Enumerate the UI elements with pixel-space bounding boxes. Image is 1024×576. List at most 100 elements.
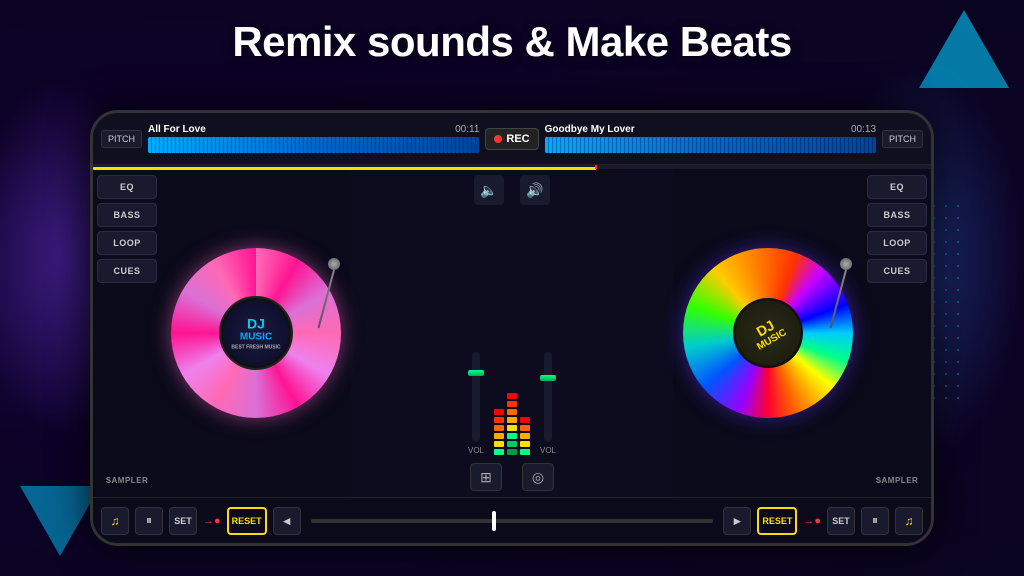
pause-left-button[interactable]: ⏸ — [135, 507, 163, 535]
music-right-button[interactable]: ♫ — [895, 507, 923, 535]
reset-left-button[interactable]: RESET — [227, 507, 267, 535]
rec-button[interactable]: REC — [485, 128, 538, 150]
fader-right-group: VOL — [540, 352, 556, 455]
set-rec-left-group: →● — [203, 515, 221, 527]
vinyl-left-dj: DJ — [247, 316, 265, 332]
eq-seg — [507, 401, 517, 407]
eq-left-button[interactable]: EQ — [97, 175, 157, 199]
track-left-time: 00:11 — [455, 124, 479, 135]
triangle-bottom-left — [20, 486, 100, 556]
track-left-info: All For Love 00:11 — [148, 124, 479, 153]
track-right-info: Goodbye My Lover 00:13 — [545, 124, 876, 153]
eq-seg — [507, 425, 517, 431]
rec-indicator — [494, 135, 502, 143]
prev-button[interactable]: ◄ — [273, 507, 301, 535]
set-right-button[interactable]: SET — [827, 507, 855, 535]
cues-left-button[interactable]: CUES — [97, 259, 157, 283]
mixer-top: 🔈 🔊 — [474, 175, 550, 205]
eq-right-button[interactable]: EQ — [867, 175, 927, 199]
mixer-icon-grid[interactable]: ⊞ — [470, 463, 502, 491]
vinyl-left-disc[interactable]: DJ MUSIC BEST FRESH MUSIC — [171, 248, 341, 418]
eq-seg — [494, 441, 504, 447]
rec-label: REC — [506, 133, 529, 145]
needle-arm-left — [317, 270, 334, 328]
fader-right-handle[interactable] — [540, 375, 556, 381]
waveform-header: PITCH All For Love 00:11 REC Goodbye My … — [93, 113, 931, 165]
mixer-center: 🔈 🔊 VOL — [351, 169, 673, 497]
playhead — [595, 165, 597, 169]
transport-bar: ♫ ⏸ SET →● RESET ◄ ► RESET →● — [93, 497, 931, 543]
arrow-rec-right: →● — [803, 515, 821, 527]
prev-icon: ◄ — [281, 514, 293, 528]
sampler-right-button[interactable]: SAMPLER — [867, 470, 927, 491]
eq-seg — [507, 441, 517, 447]
music-right-icon: ♫ — [905, 514, 914, 528]
music-left-button[interactable]: ♫ — [101, 507, 129, 535]
phone-frame: PITCH All For Love 00:11 REC Goodbye My … — [90, 110, 934, 546]
mixer-icon-settings[interactable]: ◎ — [522, 463, 554, 491]
eq-seg — [507, 393, 517, 399]
loop-right-button[interactable]: LOOP — [867, 231, 927, 255]
vol-right-label: VOL — [540, 446, 556, 455]
pitch-left-button[interactable]: PITCH — [101, 130, 142, 148]
needle-left — [316, 258, 351, 338]
sampler-left-button[interactable]: SAMPLER — [97, 470, 157, 491]
eq-seg — [507, 409, 517, 415]
eq-seg — [520, 425, 530, 431]
turntable-right: DJ MUSIC — [673, 169, 863, 497]
eq-bar-3 — [520, 365, 530, 455]
eq-bars — [494, 365, 530, 455]
deck-area: EQ BASS LOOP CUES SAMPLER DJ MUSIC BEST … — [93, 169, 931, 497]
eq-seg — [507, 417, 517, 423]
eq-seg — [520, 417, 530, 423]
set-rec-right-group: →● — [803, 515, 821, 527]
track-right-time: 00:13 — [851, 124, 876, 135]
pause-left-icon: ⏸ — [146, 513, 152, 528]
track-left-top: All For Love 00:11 — [148, 124, 479, 135]
speaker-right-symbol: 🔊 — [526, 182, 543, 199]
eq-seg — [494, 433, 504, 439]
dj-app: PITCH All For Love 00:11 REC Goodbye My … — [93, 113, 931, 543]
eq-seg — [520, 441, 530, 447]
page-title: Remix sounds & Make Beats — [0, 18, 1024, 66]
fader-section: VOL — [468, 213, 556, 455]
vinyl-right-disc[interactable]: DJ MUSIC — [683, 248, 853, 418]
loop-left-button[interactable]: LOOP — [97, 231, 157, 255]
vol-left-label: VOL — [468, 446, 484, 455]
vinyl-left-sub: BEST FRESH MUSIC — [231, 345, 280, 351]
tempo-slider[interactable] — [311, 519, 714, 523]
eq-seg — [494, 417, 504, 423]
bass-right-button[interactable]: BASS — [867, 203, 927, 227]
waveform-left[interactable] — [148, 137, 479, 153]
reset-right-button[interactable]: RESET — [757, 507, 797, 535]
eq-seg — [520, 449, 530, 455]
arrow-rec-left: →● — [203, 515, 221, 527]
next-button[interactable]: ► — [723, 507, 751, 535]
waveform-right[interactable] — [545, 137, 876, 153]
eq-seg — [494, 449, 504, 455]
pause-right-button[interactable]: ⏸ — [861, 507, 889, 535]
cues-right-button[interactable]: CUES — [867, 259, 927, 283]
bass-left-button[interactable]: BASS — [97, 203, 157, 227]
speaker-right-icon[interactable]: 🔊 — [520, 175, 550, 205]
track-left-name: All For Love — [148, 124, 206, 135]
fader-left-handle[interactable] — [468, 370, 484, 376]
speaker-left-icon[interactable]: 🔈 — [474, 175, 504, 205]
needle-arm-right — [829, 270, 846, 328]
pause-right-icon: ⏸ — [872, 513, 878, 528]
needle-head-left — [328, 258, 340, 270]
needle-right — [828, 258, 863, 338]
track-right-name: Goodbye My Lover — [545, 124, 635, 135]
fader-left-group: VOL — [468, 352, 484, 455]
needle-head-right — [840, 258, 852, 270]
fader-right-track[interactable] — [544, 352, 552, 442]
fader-left-track[interactable] — [472, 352, 480, 442]
pitch-right-button[interactable]: PITCH — [882, 130, 923, 148]
speaker-left-symbol: 🔈 — [480, 182, 497, 199]
eq-bar-1 — [494, 365, 504, 455]
set-left-button[interactable]: SET — [169, 507, 197, 535]
turntable-left: DJ MUSIC BEST FRESH MUSIC — [161, 169, 351, 497]
music-left-icon: ♫ — [111, 514, 120, 528]
tempo-handle[interactable] — [492, 511, 496, 531]
eq-seg — [507, 433, 517, 439]
